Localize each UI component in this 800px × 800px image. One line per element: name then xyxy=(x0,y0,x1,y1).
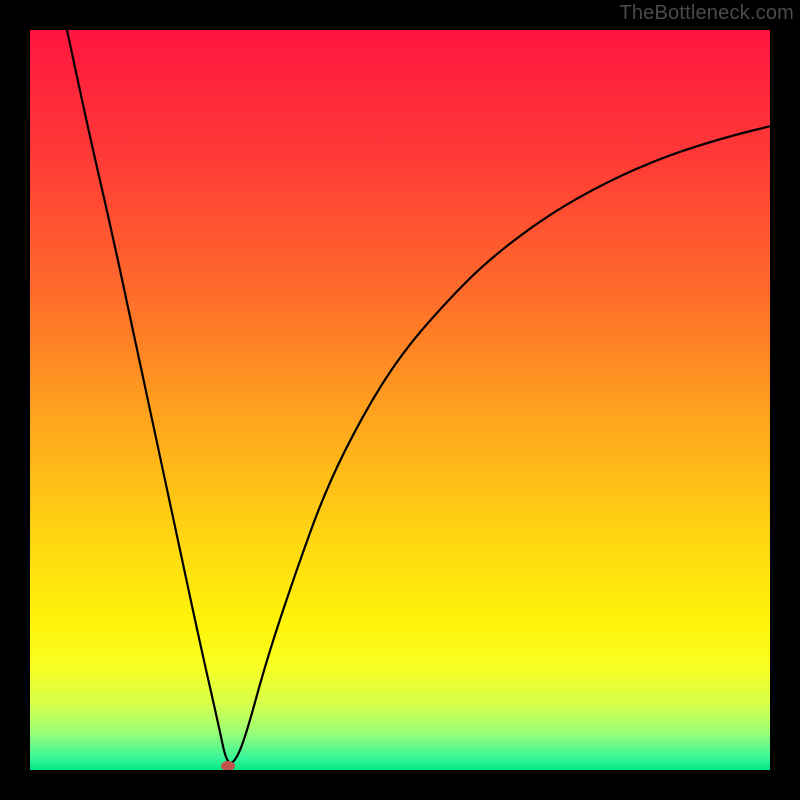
plot-area xyxy=(30,30,770,770)
watermark-text: TheBottleneck.com xyxy=(619,2,794,25)
chart-svg xyxy=(30,30,770,770)
min-bottleneck-point xyxy=(221,761,235,770)
chart-frame: TheBottleneck.com xyxy=(0,0,800,800)
chart-background xyxy=(30,30,770,770)
